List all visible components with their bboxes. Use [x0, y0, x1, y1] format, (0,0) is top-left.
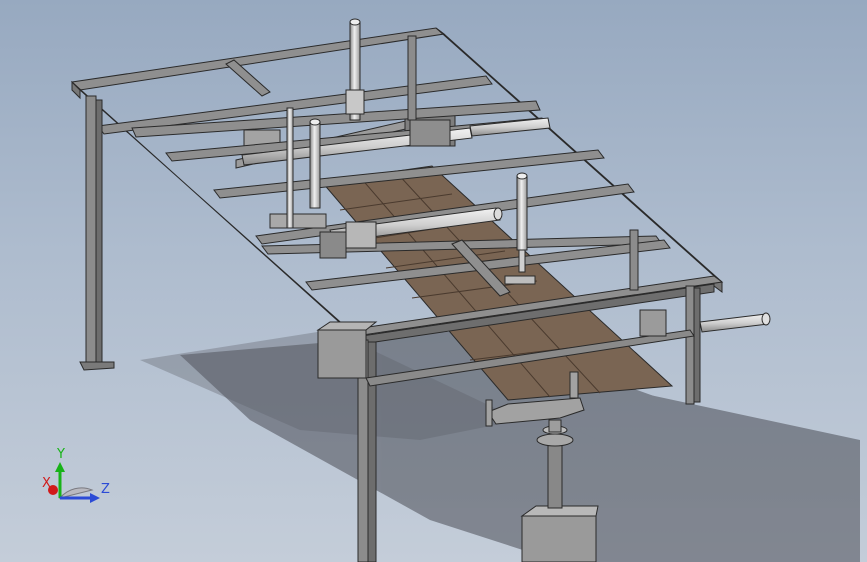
y-axis-arrow [55, 462, 65, 472]
x-axis-label: X [42, 476, 51, 491]
graphics-viewport[interactable]: Y Z X [0, 0, 867, 562]
coordinate-triad: Y Z X [42, 447, 110, 503]
z-axis-arrow [90, 493, 100, 503]
y-axis-label: Y [56, 447, 65, 462]
cad-model-scene[interactable]: Y Z X [0, 0, 867, 562]
z-axis-label: Z [101, 482, 110, 497]
